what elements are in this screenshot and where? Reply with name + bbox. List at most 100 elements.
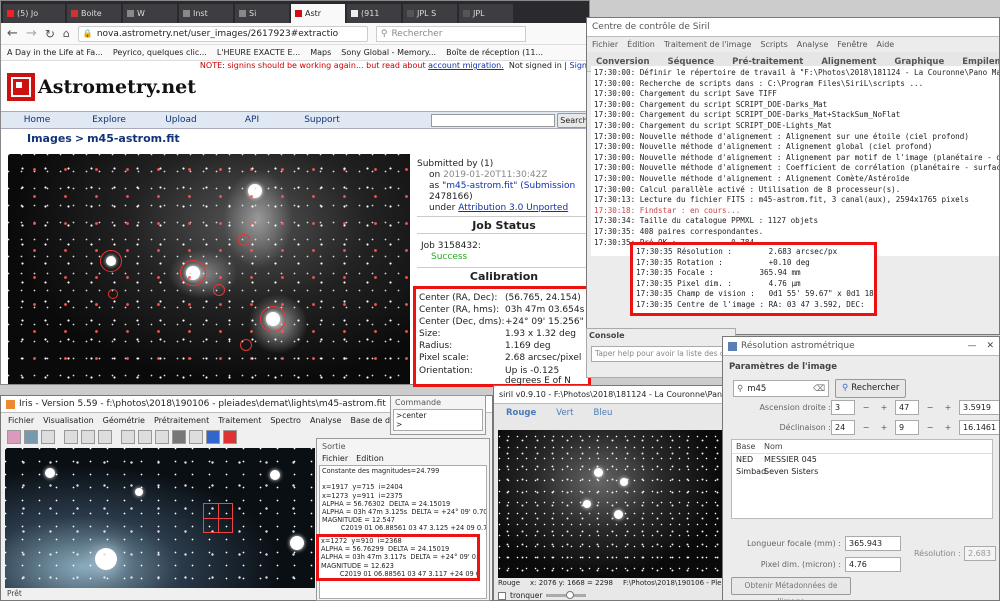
iris-image[interactable]	[5, 448, 315, 588]
iris-menu-item[interactable]: Visualisation	[43, 416, 94, 425]
get-metadata-button[interactable]: Obtenir Métadonnées de l'image	[731, 577, 851, 600]
bookmark-item[interactable]: A Day in the Life at Fa...	[7, 48, 103, 57]
plus-icon[interactable]: +	[941, 403, 955, 412]
bookmark-item[interactable]: Sony Global - Memory...	[341, 48, 436, 57]
browser-tab[interactable]: Si	[235, 4, 289, 23]
minus-icon[interactable]: −	[923, 423, 937, 432]
catalog-col-nom[interactable]: Nom	[760, 440, 940, 453]
site-search-input[interactable]	[431, 114, 555, 127]
siril-menu-item[interactable]: Analyse	[797, 40, 829, 49]
dec-field-1[interactable]: 9	[895, 420, 919, 435]
file-link[interactable]: m45-astrom.fit	[446, 181, 513, 191]
bookmark-item[interactable]: Boîte de réception (11...	[446, 48, 543, 57]
siril-menu-item[interactable]: Traitement de l'image	[664, 40, 752, 49]
browser-tab[interactable]: JPL	[459, 4, 513, 23]
star-icon[interactable]	[189, 429, 203, 444]
console-input[interactable]: Taper help pour avoir la liste des comma	[591, 346, 731, 362]
iris-menu-item[interactable]: Prétraitement	[154, 416, 209, 425]
camera-icon[interactable]	[172, 429, 186, 444]
url-bar[interactable]: 🔒 nova.astrometry.net/user_images/261792…	[77, 25, 368, 42]
catalog-col-base[interactable]: Base	[732, 440, 760, 453]
iris-menu-item[interactable]: Spectro	[270, 416, 301, 425]
nav-home[interactable]: Home	[1, 115, 73, 125]
minimize-icon[interactable]: —	[967, 341, 976, 351]
license-link[interactable]: Attribution 3.0 Unported	[458, 203, 568, 213]
bookmark-item[interactable]: L'HEURE EXACTE E...	[217, 48, 300, 57]
target-icon[interactable]	[206, 429, 220, 444]
catalog-row[interactable]: NED MESSIER 045	[732, 454, 992, 466]
marker-icon[interactable]	[138, 429, 152, 444]
focal-input[interactable]: 365.943	[845, 536, 901, 551]
channel-tab[interactable]: Rouge	[506, 408, 536, 418]
zoom-out-icon[interactable]	[81, 429, 95, 444]
star-red-icon[interactable]	[223, 429, 237, 444]
browser-tab[interactable]: (5) Jo	[3, 4, 65, 23]
minus-icon[interactable]: −	[859, 403, 873, 412]
dec-field-2[interactable]: 16.1461	[959, 420, 999, 435]
plus-icon[interactable]: +	[877, 403, 891, 412]
ra-field-0[interactable]: 3	[831, 400, 855, 415]
output-menu-item[interactable]: Fichier	[322, 454, 348, 463]
browser-tab[interactable]: Astr	[291, 4, 345, 23]
forward-icon[interactable]: →	[26, 26, 37, 41]
iris-menu-item[interactable]: Analyse	[310, 416, 342, 425]
iris-menu-item[interactable]: Fichier	[8, 416, 34, 425]
iris-menu-item[interactable]: Traitement	[218, 416, 261, 425]
siril-menu-item[interactable]: Scripts	[760, 40, 787, 49]
siril-menu-item[interactable]: Édition	[627, 40, 655, 49]
account-migration-link[interactable]: account migration.	[428, 61, 504, 70]
clear-icon[interactable]: ⌫	[813, 384, 825, 394]
browser-tab[interactable]: (911	[347, 4, 401, 23]
pixel-input[interactable]: 4.76	[845, 557, 901, 572]
nav-upload[interactable]: Upload	[145, 115, 217, 125]
minus-icon[interactable]: −	[859, 423, 873, 432]
plus-icon[interactable]: +	[941, 423, 955, 432]
tronquer-checkbox[interactable]	[498, 591, 506, 600]
browser-tab[interactable]: Boite	[67, 4, 121, 23]
nav-api[interactable]: API	[217, 115, 287, 125]
submission-id[interactable]: 2478166)	[417, 192, 589, 203]
job-id[interactable]: Job 3158432:	[421, 241, 481, 251]
browser-tab[interactable]: W	[123, 4, 177, 23]
palette-icon[interactable]	[121, 429, 135, 444]
bookmark-item[interactable]: Peyrico, quelques clic...	[113, 48, 207, 57]
open-icon[interactable]	[7, 429, 21, 444]
siril-menu-item[interactable]: Fichier	[592, 40, 618, 49]
signin-link[interactable]: Sign	[570, 61, 587, 70]
close-icon[interactable]: ✕	[986, 341, 994, 351]
print-icon[interactable]	[41, 429, 55, 444]
siril-image-view[interactable]	[498, 430, 722, 578]
site-logo[interactable]: Astrometry.net	[7, 73, 196, 101]
browser-tab[interactable]: Inst	[179, 4, 233, 23]
fit-icon[interactable]	[98, 429, 112, 444]
minus-icon[interactable]: −	[923, 403, 937, 412]
channel-tab[interactable]: Vert	[556, 408, 573, 418]
plus-icon[interactable]: +	[877, 423, 891, 432]
contrast-slider[interactable]	[546, 591, 587, 599]
info-icon[interactable]	[155, 429, 169, 444]
catalog-row[interactable]: Simbad Seven Sisters	[732, 466, 992, 478]
breadcrumb-images-link[interactable]: Images	[27, 132, 72, 145]
object-search-input[interactable]: ⚲ m45 ⌫	[733, 380, 829, 397]
reload-icon[interactable]: ↻	[45, 27, 55, 41]
command-input[interactable]: >center >	[393, 409, 483, 431]
nav-support[interactable]: Support	[287, 115, 357, 125]
save-icon[interactable]	[24, 429, 38, 444]
iris-menu-item[interactable]: Géométrie	[103, 416, 145, 425]
zoom-in-icon[interactable]	[64, 429, 78, 444]
dec-field-0[interactable]: 24	[831, 420, 855, 435]
ra-field-1[interactable]: 47	[895, 400, 919, 415]
channel-tab[interactable]: Bleu	[594, 408, 613, 418]
rechercher-button[interactable]: ⚲ Rechercher	[835, 379, 907, 398]
siril-menu-item[interactable]: Fenêtre	[837, 40, 867, 49]
browser-tab[interactable]: JPL S	[403, 4, 457, 23]
back-icon[interactable]: ←	[7, 26, 18, 41]
ra-field-2[interactable]: 3.5919	[959, 400, 999, 415]
nav-explore[interactable]: Explore	[73, 115, 145, 125]
bookmark-item[interactable]: Maps	[310, 48, 331, 57]
plate-solved-image[interactable]	[8, 154, 410, 384]
home-icon[interactable]: ⌂	[63, 27, 70, 40]
siril-menu-item[interactable]: Aide	[877, 40, 895, 49]
search-box[interactable]: ⚲ Rechercher	[375, 25, 526, 42]
output-menu-item[interactable]: Edition	[356, 454, 384, 463]
